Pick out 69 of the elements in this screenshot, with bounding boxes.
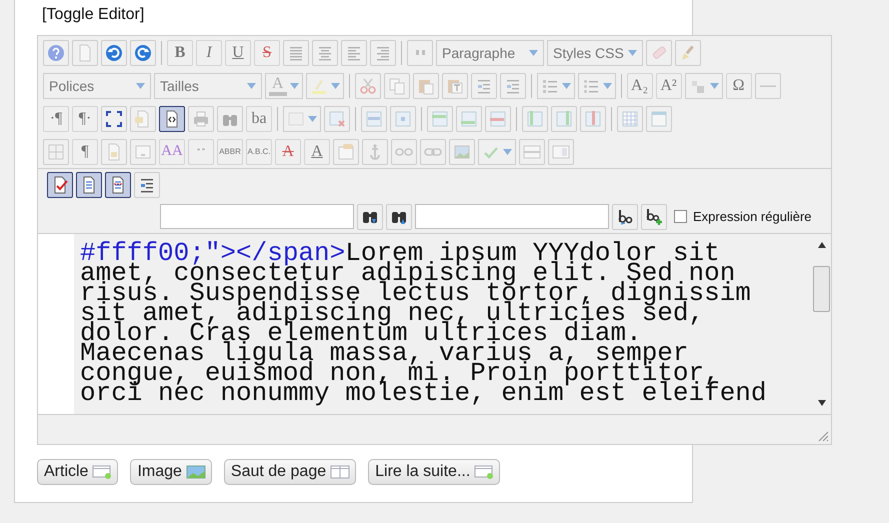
replace-field[interactable] — [415, 204, 609, 229]
dropdown-arrow-icon — [136, 82, 145, 88]
dropdown-arrow-icon — [247, 82, 256, 88]
replace-icon — [616, 208, 634, 226]
help-button[interactable] — [43, 40, 69, 66]
row-properties-icon — [365, 110, 383, 128]
grid-icon — [47, 142, 65, 160]
regex-checkbox[interactable] — [674, 210, 687, 223]
page-break-button[interactable]: Saut de page — [224, 459, 356, 485]
layer-window-icon — [552, 142, 570, 160]
image-button[interactable]: Image — [130, 459, 212, 485]
copy-icon — [388, 76, 406, 94]
regex-label: Expression régulière — [693, 209, 812, 224]
replace-all-button[interactable] — [641, 204, 667, 230]
document-plus-icon — [474, 464, 494, 480]
find-previous-button[interactable] — [386, 204, 412, 230]
row-delete-icon — [489, 110, 507, 128]
dropdown-arrow-icon — [290, 82, 299, 88]
dropdown-arrow-icon — [628, 50, 637, 56]
scrollbar-thumb[interactable] — [813, 266, 830, 312]
search-field[interactable] — [160, 204, 354, 229]
dropdown-arrow-icon — [710, 82, 719, 88]
row-before-icon — [431, 110, 449, 128]
dropdown-arrow-icon — [330, 82, 340, 88]
document-button[interactable] — [76, 172, 102, 198]
dropdown-arrow-icon — [308, 116, 317, 122]
document-plus-icon — [92, 464, 112, 480]
dropdown-arrow-icon — [562, 82, 571, 88]
horizontal-rule-icon — [760, 84, 776, 86]
article-button[interactable]: Article — [37, 459, 118, 485]
column-before-icon — [526, 110, 544, 128]
table-delete-icon — [328, 110, 346, 128]
image-icon — [186, 464, 206, 480]
dropdown-arrow-icon — [503, 148, 512, 154]
print-icon — [192, 110, 210, 128]
undo-button[interactable] — [101, 40, 127, 66]
scroll-down-icon[interactable] — [818, 400, 826, 406]
redo-button[interactable] — [130, 40, 156, 66]
scroll-up-icon[interactable] — [818, 242, 826, 248]
help-icon — [47, 44, 65, 62]
cut-icon — [358, 76, 377, 94]
find-next-button[interactable] — [357, 204, 383, 230]
eraser-icon — [650, 44, 668, 62]
fullscreen-icon — [105, 110, 123, 128]
layer-icon — [523, 142, 541, 160]
redo-icon — [134, 44, 152, 62]
document-lines-button[interactable] — [105, 172, 131, 198]
cell-properties-icon — [394, 110, 412, 128]
spellcheck-document-button[interactable] — [47, 172, 73, 198]
replace-button[interactable] — [612, 204, 638, 230]
dropdown-arrow-icon — [602, 82, 612, 88]
column-delete-icon — [584, 110, 602, 128]
read-more-button[interactable]: Lire la suite... — [368, 459, 500, 485]
resize-grip-icon[interactable] — [818, 431, 829, 442]
page-break-icon — [134, 142, 152, 160]
undo-icon — [105, 44, 123, 62]
columns-icon — [330, 464, 350, 480]
dropdown-arrow-icon — [529, 50, 538, 56]
table-icon — [621, 110, 639, 128]
row-after-icon — [460, 110, 478, 128]
indent-button[interactable] — [134, 172, 160, 198]
attributes-icon — [337, 142, 355, 160]
column-after-icon — [555, 110, 573, 128]
fullscreen-button[interactable] — [101, 106, 127, 132]
toggle-editor-link[interactable]: [Toggle Editor] — [42, 6, 144, 29]
replace-all-icon — [645, 208, 663, 226]
image-icon — [453, 142, 471, 160]
table-properties-icon — [650, 110, 668, 128]
source-code-button[interactable] — [159, 106, 185, 132]
